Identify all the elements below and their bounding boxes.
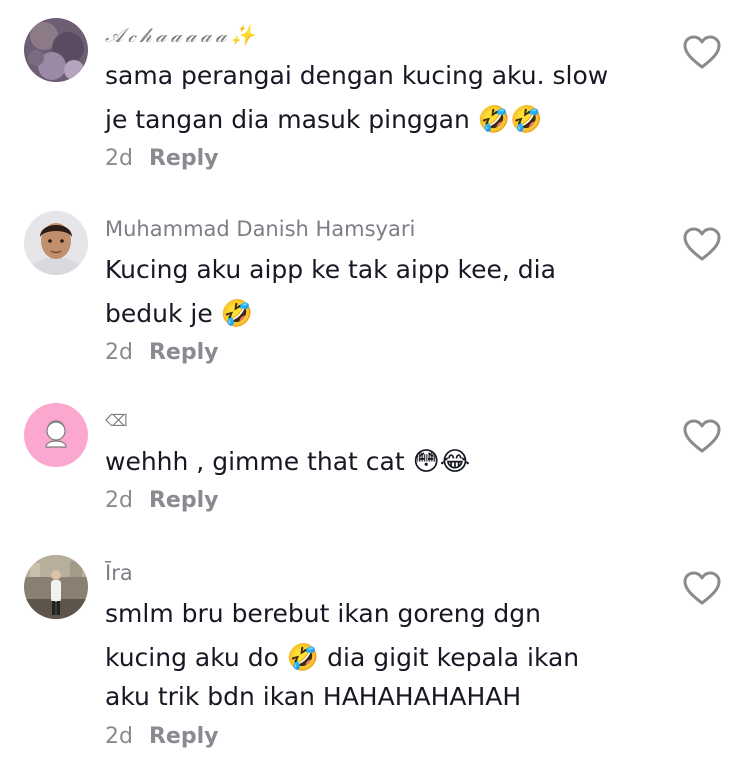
like-button[interactable] <box>682 570 722 606</box>
comment-text-line: beduk je 🤣 <box>105 292 665 336</box>
avatar-image <box>24 211 88 275</box>
reply-button[interactable]: Reply <box>149 146 219 171</box>
heart-outline-icon <box>683 571 721 605</box>
heart-outline-icon <box>683 419 721 453</box>
comment-username[interactable]: ⌫ <box>105 408 665 434</box>
comment-meta: 2d Reply <box>105 722 665 752</box>
comment-text: sama perangai dengan kucing aku. slow je… <box>105 54 665 142</box>
avatar-image <box>24 403 88 467</box>
comment-text-line: aku trik bdn ikan HAHAHAHAHAH <box>105 682 522 711</box>
comment-time: 2d <box>105 724 133 749</box>
like-button[interactable] <box>682 226 722 262</box>
avatar[interactable] <box>24 211 88 275</box>
avatar[interactable] <box>24 18 88 82</box>
comment-time: 2d <box>105 146 133 171</box>
like-button[interactable] <box>682 34 722 70</box>
comment-username[interactable]: Muhammad Danish Hamsyari <box>105 216 665 242</box>
comment-text-line: smlm bru berebut ikan goreng dgn <box>105 599 541 628</box>
comment-text: wehhh , gimme that cat 😳😂 <box>105 440 665 484</box>
heart-outline-icon <box>683 35 721 69</box>
comment-text-line: je tangan dia masuk pinggan 🤣🤣 <box>105 98 665 142</box>
heart-outline-icon <box>683 227 721 261</box>
comment-text: smlm bru berebut ikan goreng dgn kucing … <box>105 592 665 714</box>
reply-button[interactable]: Reply <box>149 488 219 513</box>
comment-text-span: wehhh , gimme that cat <box>105 447 405 476</box>
rofl-emoji: 🤣 <box>286 643 320 673</box>
comment-text-span: dia gigit kepala ikan <box>327 643 580 672</box>
avatar[interactable] <box>24 403 88 467</box>
comment-text-span: beduk je <box>105 299 213 328</box>
reply-button[interactable]: Reply <box>149 340 219 365</box>
comment-text-span: je tangan dia masuk pinggan <box>105 105 470 134</box>
reply-button[interactable]: Reply <box>149 724 219 749</box>
username-text: 𝒜𝒸𝒽𝒶𝒶𝒶𝒶𝒶 <box>105 23 231 47</box>
comment-text-span: kucing aku do <box>105 643 279 672</box>
comment-time: 2d <box>105 488 133 513</box>
rofl-emoji: 🤣🤣 <box>477 105 543 135</box>
comment-time: 2d <box>105 340 133 365</box>
comment-text-line: Kucing aku aipp ke tak aipp kee, dia <box>105 255 556 284</box>
comment-text-line: kucing aku do 🤣 dia gigit kepala ikan <box>105 636 665 680</box>
rofl-emoji: 🤣 <box>220 299 254 329</box>
comment-meta: 2d Reply <box>105 338 665 368</box>
comment-username[interactable]: 𝒜𝒸𝒽𝒶𝒶𝒶𝒶𝒶✨ <box>105 22 665 48</box>
avatar-image <box>24 555 88 619</box>
comment-text: Kucing aku aipp ke tak aipp kee, dia bed… <box>105 248 665 336</box>
comment-meta: 2d Reply <box>105 486 665 516</box>
like-button[interactable] <box>682 418 722 454</box>
flushed-joy-emoji: 😳😂 <box>412 447 471 477</box>
avatar[interactable] <box>24 555 88 619</box>
comment-meta: 2d Reply <box>105 144 665 174</box>
comment-text-line: sama perangai dengan kucing aku. slow <box>105 61 609 90</box>
comment-username[interactable]: Īra <box>105 560 665 586</box>
comment-text-line: wehhh , gimme that cat 😳😂 <box>105 440 665 484</box>
avatar-image <box>24 18 88 82</box>
sparkles-emoji: ✨ <box>230 23 256 47</box>
